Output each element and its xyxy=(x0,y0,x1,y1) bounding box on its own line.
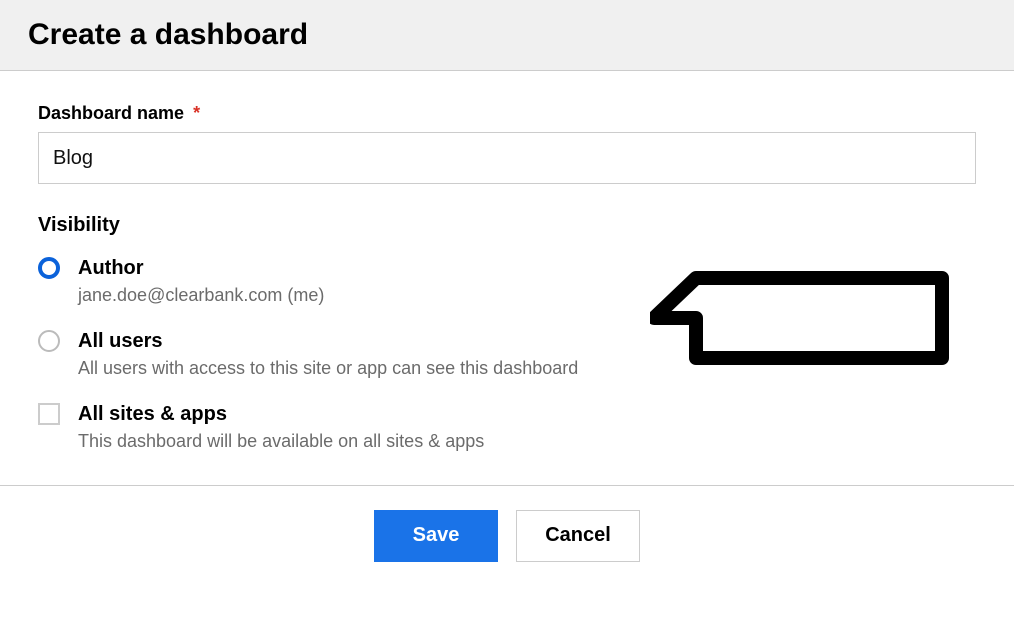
radio-desc: All users with access to this site or ap… xyxy=(78,356,578,381)
radio-title: Author xyxy=(78,255,324,281)
checkbox-title: All sites & apps xyxy=(78,401,484,427)
dashboard-name-label: Dashboard name * xyxy=(38,103,976,124)
dialog-footer: Save Cancel xyxy=(0,485,1014,586)
visibility-section-label: Visibility xyxy=(38,214,976,237)
dashboard-name-label-text: Dashboard name xyxy=(38,103,184,123)
cancel-button[interactable]: Cancel xyxy=(516,510,640,562)
radio-text: All users All users with access to this … xyxy=(78,328,578,381)
radio-desc: jane.doe@clearbank.com (me) xyxy=(78,283,324,308)
required-indicator: * xyxy=(193,103,200,123)
visibility-option-all-users[interactable]: All users All users with access to this … xyxy=(38,328,976,381)
checkbox-text: All sites & apps This dashboard will be … xyxy=(78,401,484,454)
dialog-title: Create a dashboard xyxy=(28,18,986,52)
visibility-option-author[interactable]: Author jane.doe@clearbank.com (me) xyxy=(38,255,976,308)
save-button[interactable]: Save xyxy=(374,510,498,562)
radio-title: All users xyxy=(78,328,578,354)
radio-icon xyxy=(38,330,60,352)
dialog-header: Create a dashboard xyxy=(0,0,1014,71)
dashboard-name-input[interactable] xyxy=(38,132,976,184)
radio-icon xyxy=(38,257,60,279)
checkbox-icon xyxy=(38,403,60,425)
radio-text: Author jane.doe@clearbank.com (me) xyxy=(78,255,324,308)
visibility-radio-group: Author jane.doe@clearbank.com (me) All u… xyxy=(38,255,976,381)
form-body: Dashboard name * Visibility Author jane.… xyxy=(0,71,1014,485)
checkbox-desc: This dashboard will be available on all … xyxy=(78,429,484,454)
all-sites-checkbox-row[interactable]: All sites & apps This dashboard will be … xyxy=(38,401,976,454)
